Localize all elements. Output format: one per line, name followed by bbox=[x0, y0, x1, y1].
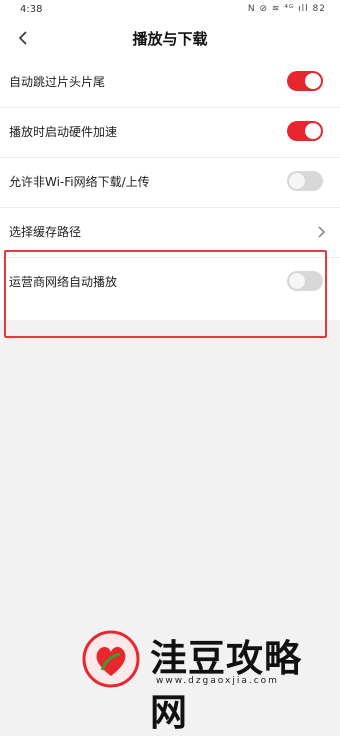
setting-row-non-wifi-download[interactable]: 允许非Wi-Fi网络下载/上传 bbox=[0, 158, 340, 208]
hardware-acceleration-toggle[interactable] bbox=[287, 121, 323, 141]
watermark-logo-icon bbox=[82, 630, 140, 688]
watermark: 洼豆攻略网 www.dzgaoxjia.com bbox=[76, 626, 336, 734]
toggle-knob bbox=[305, 123, 321, 139]
setting-label: 播放时启动硬件加速 bbox=[9, 125, 118, 139]
status-icons: N ⊘ ≋ ⁴ᴳ ıll 82 bbox=[247, 4, 326, 14]
setting-label: 自动跳过片头片尾 bbox=[9, 75, 106, 89]
toggle-knob bbox=[289, 173, 305, 189]
status-time: 4:38 bbox=[20, 4, 43, 15]
non-wifi-download-toggle[interactable] bbox=[287, 171, 323, 191]
highlight-box bbox=[4, 250, 327, 338]
setting-row-skip-intro[interactable]: 自动跳过片头片尾 bbox=[0, 58, 340, 108]
header: 播放与下载 bbox=[0, 20, 340, 58]
setting-label: 允许非Wi-Fi网络下载/上传 bbox=[9, 175, 150, 189]
toggle-knob bbox=[305, 73, 321, 89]
page-title: 播放与下载 bbox=[132, 30, 208, 48]
skip-intro-toggle[interactable] bbox=[287, 71, 323, 91]
setting-label: 选择缓存路径 bbox=[9, 225, 82, 239]
status-bar: 4:38 N ⊘ ≋ ⁴ᴳ ıll 82 bbox=[0, 0, 340, 20]
chevron-right-icon bbox=[318, 226, 325, 238]
setting-row-hardware-acceleration[interactable]: 播放时启动硬件加速 bbox=[0, 108, 340, 158]
watermark-url: www.dzgaoxjia.com bbox=[156, 676, 279, 686]
